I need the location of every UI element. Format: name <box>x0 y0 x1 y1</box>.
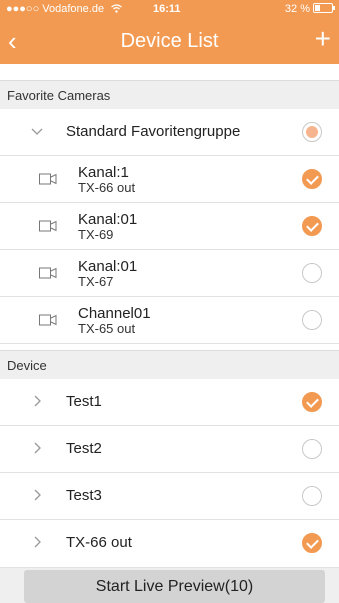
device-select[interactable] <box>302 392 322 412</box>
carrier-text: ●●●○○ Vodafone.de <box>6 3 105 15</box>
device-label: Test2 <box>66 440 102 457</box>
add-device-button[interactable]: + <box>315 24 331 54</box>
favorite-group-label: Standard Favoritengruppe <box>66 123 241 140</box>
camera-icon <box>39 267 57 279</box>
channel-title: Kanal:1 <box>78 164 129 181</box>
channel-subtitle: TX-69 <box>78 227 114 242</box>
device-row-tx66[interactable]: TX-66 out <box>0 520 339 568</box>
camera-icon <box>39 220 57 232</box>
status-bar: ●●●○○ Vodafone.de 16:11 32 % <box>0 0 339 20</box>
channel-title: Kanal:01 <box>78 211 138 228</box>
device-row-test3[interactable]: Test3 <box>0 473 339 520</box>
camera-icon <box>39 314 57 326</box>
section-title: Favorite Cameras <box>7 88 111 103</box>
device-row-test2[interactable]: Test2 <box>0 426 339 473</box>
device-row-test1[interactable]: Test1 <box>0 379 339 426</box>
start-live-preview-button[interactable]: Start Live Preview(10) <box>24 570 325 603</box>
channel-select[interactable] <box>302 169 322 189</box>
favorite-group-select[interactable] <box>302 122 322 142</box>
chevron-right-icon <box>34 441 42 457</box>
channel-subtitle: TX-66 out <box>78 180 136 195</box>
nav-bar: ‹ Device List + <box>0 20 339 64</box>
device-label: TX-66 out <box>66 534 132 551</box>
channel-title: Channel01 <box>78 305 151 322</box>
status-time: 16:11 <box>153 3 181 15</box>
favorite-group-row[interactable]: Standard Favoritengruppe <box>0 109 339 156</box>
section-title: Device <box>7 358 47 373</box>
battery-icon <box>313 3 335 13</box>
channel-subtitle: TX-67 <box>78 274 114 289</box>
device-section-header: Device <box>0 350 339 380</box>
channel-title: Kanal:01 <box>78 258 138 275</box>
bottom-bar: Start Live Preview(10) <box>0 568 339 603</box>
device-select[interactable] <box>302 533 322 553</box>
camera-icon <box>39 173 57 185</box>
channel-row[interactable]: Channel01 TX-65 out <box>0 297 339 344</box>
channel-row[interactable]: Kanal:1 TX-66 out <box>0 156 339 203</box>
battery-indicator: 32 % <box>284 3 335 15</box>
device-label: Test3 <box>66 487 102 504</box>
device-label: Test1 <box>66 393 102 410</box>
channel-select[interactable] <box>302 263 322 283</box>
chevron-down-icon <box>31 123 43 139</box>
channel-subtitle: TX-65 out <box>78 321 136 336</box>
battery-percent: 32 % <box>284 3 310 15</box>
channel-row[interactable]: Kanal:01 TX-69 <box>0 203 339 250</box>
channel-select[interactable] <box>302 310 322 330</box>
chevron-right-icon <box>34 535 42 551</box>
channel-row[interactable]: Kanal:01 TX-67 <box>0 250 339 297</box>
channel-select[interactable] <box>302 216 322 236</box>
chevron-right-icon <box>34 488 42 504</box>
device-select[interactable] <box>302 486 322 506</box>
device-select[interactable] <box>302 439 322 459</box>
chevron-right-icon <box>34 394 42 410</box>
wifi-icon <box>111 3 123 15</box>
favorite-cameras-header: Favorite Cameras <box>0 80 339 110</box>
carrier-label: ●●●○○ Vodafone.de <box>6 3 123 15</box>
page-title: Device List <box>120 30 219 52</box>
